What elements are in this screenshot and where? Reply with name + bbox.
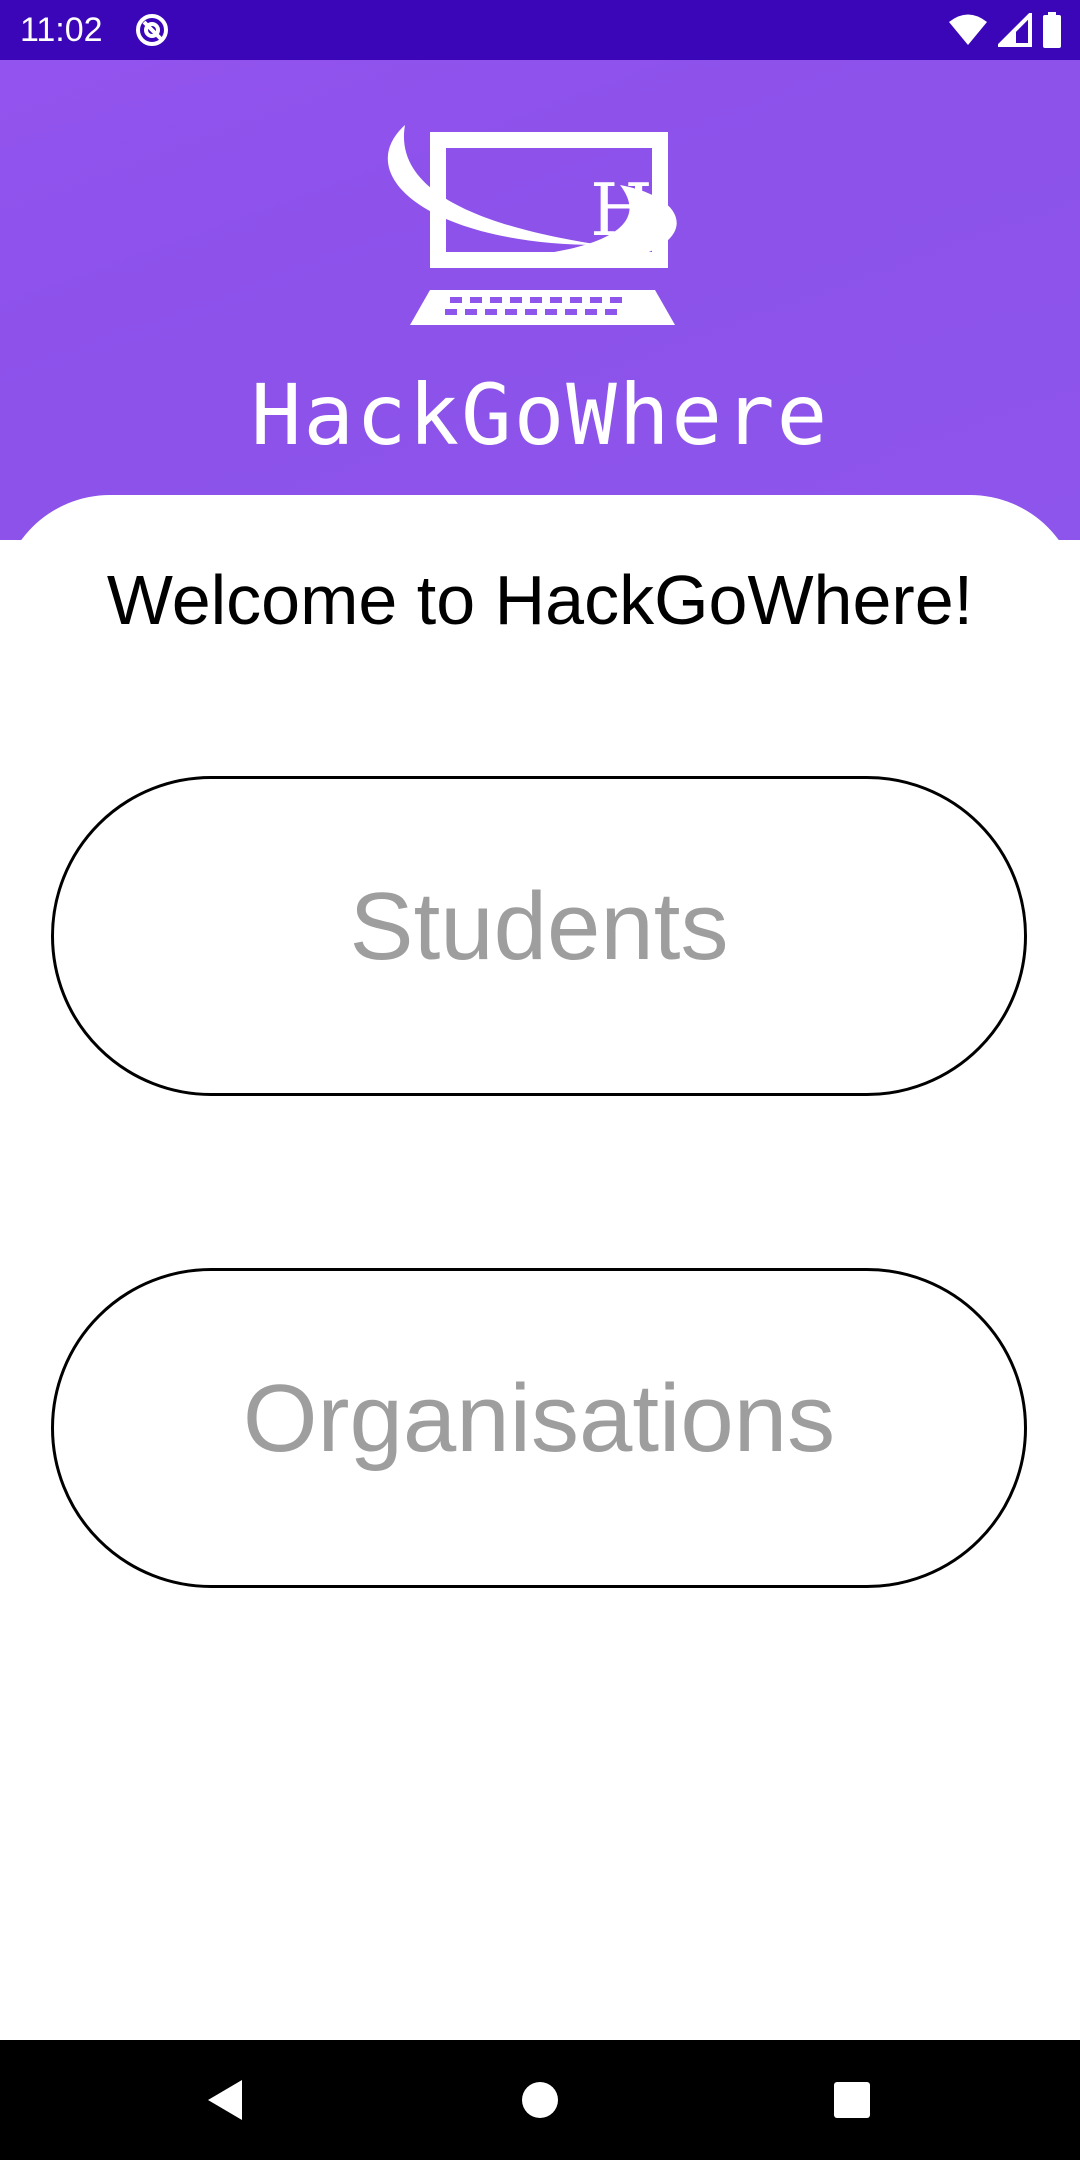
battery-icon xyxy=(1042,12,1062,48)
back-triangle-icon[interactable] xyxy=(196,2070,256,2130)
app-screen: 11:02 H HackGoWhere Welcome to HackGoWhe… xyxy=(0,0,1080,2160)
students-button-label: Students xyxy=(349,873,729,980)
status-icons xyxy=(948,12,1062,48)
at-sign-icon xyxy=(134,12,170,48)
logo-letter: H xyxy=(590,168,653,252)
organisations-button[interactable]: Organisations xyxy=(51,1268,1027,1588)
cell-signal-icon xyxy=(998,13,1032,47)
home-circle-icon[interactable] xyxy=(510,2070,570,2130)
status-time: 11:02 xyxy=(20,11,103,49)
welcome-text: Welcome to HackGoWhere! xyxy=(106,561,974,639)
status-bar: 11:02 xyxy=(0,0,1080,60)
computer-logo-icon: H xyxy=(370,115,750,335)
organisations-button-label: Organisations xyxy=(242,1365,836,1472)
navigation-bar xyxy=(0,2040,1080,2160)
wifi-icon xyxy=(948,13,988,47)
header-banner: H HackGoWhere xyxy=(0,60,1080,540)
recents-square-icon[interactable] xyxy=(822,2070,882,2130)
students-button[interactable]: Students xyxy=(51,776,1027,1096)
app-name: HackGoWhere xyxy=(250,366,830,464)
